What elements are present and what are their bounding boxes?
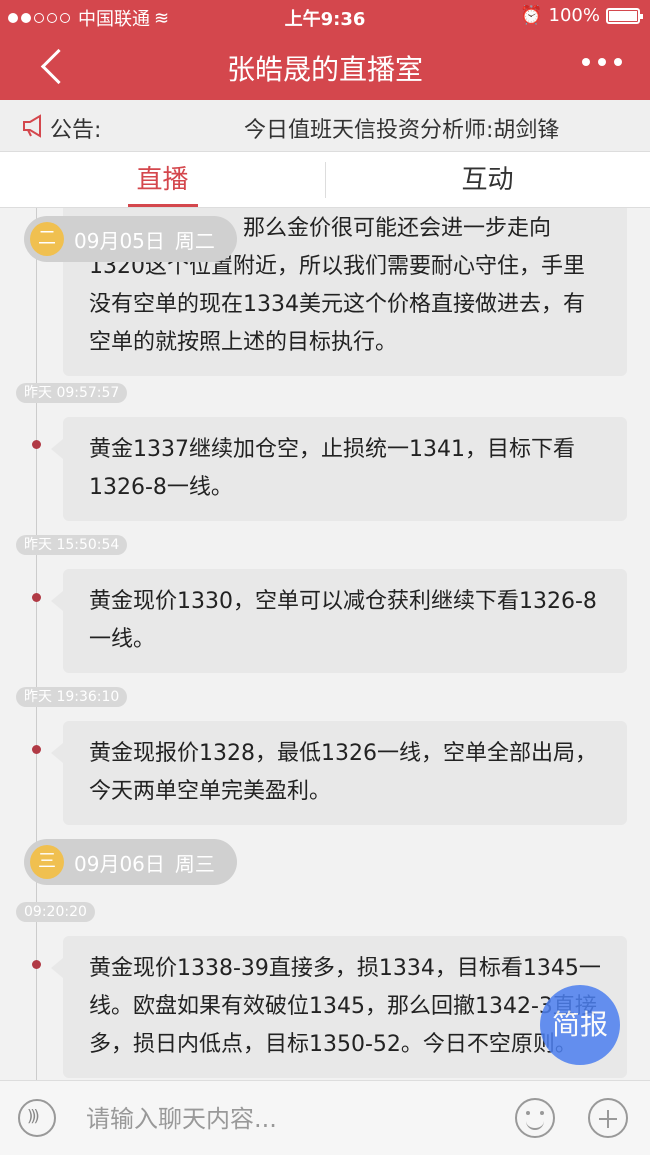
weekday-badge: 二	[30, 222, 64, 256]
voice-icon[interactable]	[18, 1099, 56, 1137]
tab-interact[interactable]: 互动	[325, 152, 650, 208]
announcement-label: 公告:	[50, 118, 102, 143]
timeline-line	[36, 152, 37, 1080]
post-card: 今日黄金1326-8一线… 行情给力一点，那么金价很可能还会进一步走向1320这…	[63, 180, 627, 376]
post-text: 黄金现报价1328，最低1326一线，空单全部出局，今天两单空单完美盈利。	[89, 741, 597, 804]
live-timeline[interactable]: 今日黄金1326-8一线… 行情给力一点，那么金价很可能还会进一步走向1320这…	[0, 152, 650, 1080]
page-title: 张皓晟的直播室	[226, 53, 423, 86]
nav-bar: 张皓晟的直播室	[0, 32, 650, 100]
post-timestamp: 昨天 19:36:10	[16, 687, 128, 707]
add-icon[interactable]	[588, 1098, 628, 1138]
post-text: 黄金现价1330，空单可以减仓获利继续下看1326-8一线。	[89, 589, 597, 652]
megaphone-icon	[23, 114, 41, 138]
group-weekday: 周二	[174, 228, 215, 253]
post-text: 黄金现价1338-39直接多，损1334，目标看1345一线。欧盘如果有效破位1…	[89, 956, 601, 1057]
post-timestamp: 昨天 15:50:54	[16, 535, 128, 555]
post-card: 黄金现价1330，空单可以减仓获利继续下看1326-8一线。	[51, 569, 627, 673]
timeline-dot	[32, 440, 41, 449]
timeline-dot	[32, 745, 41, 754]
group-weekday: 周三	[174, 851, 215, 876]
post-timestamp: 09:20:20	[16, 902, 95, 922]
post-card: 黄金现报价1328，最低1326一线，空单全部出局，今天两单空单完美盈利。	[51, 721, 627, 825]
announcement-bar[interactable]: 公告: 今日值班天信投资分析师:胡剑锋	[0, 100, 650, 152]
more-icon[interactable]	[582, 58, 622, 66]
brief-button[interactable]: 简报	[540, 985, 620, 1065]
group-date: 09月06日	[74, 851, 165, 876]
battery-icon	[606, 7, 643, 24]
status-right: ⏰ 100%	[520, 5, 643, 26]
battery-percent: 100%	[548, 5, 600, 26]
timeline-dot	[32, 593, 41, 602]
active-tab-indicator	[128, 204, 198, 207]
top-bar: 中国联通 ≋ 上午9:36 ⏰ 100% 张皓晟的直播室	[0, 0, 650, 100]
tab-bar: 直播 互动	[0, 152, 650, 208]
live-room-screen: 中国联通 ≋ 上午9:36 ⏰ 100% 张皓晟的直播室 公告: 今日值班天信投…	[0, 0, 650, 1155]
post-card: 黄金1337继续加仓空，止损统一1341，目标下看1326-8一线。	[51, 417, 627, 521]
emoji-icon[interactable]	[515, 1098, 555, 1138]
announcement-text: 今日值班天信投资分析师:胡剑锋	[244, 118, 560, 143]
post-timestamp: 昨天 09:57:57	[16, 383, 128, 403]
tab-live[interactable]: 直播	[0, 152, 325, 208]
chat-input-bar: 请输入聊天内容...	[0, 1080, 650, 1155]
post-card: 黄金现价1338-39直接多，损1334，目标看1345一线。欧盘如果有效破位1…	[51, 936, 627, 1078]
date-group-header: 二 09月05日 周二	[24, 216, 237, 262]
timeline-dot	[32, 960, 41, 969]
chat-input[interactable]: 请输入聊天内容...	[86, 1099, 277, 1134]
group-date: 09月05日	[74, 228, 165, 253]
weekday-badge: 三	[30, 845, 64, 879]
post-text: 黄金1337继续加仓空，止损统一1341，目标下看1326-8一线。	[89, 437, 575, 500]
date-group-header: 三 09月06日 周三	[24, 839, 237, 885]
alarm-icon: ⏰	[520, 5, 543, 26]
status-bar: 中国联通 ≋ 上午9:36 ⏰ 100%	[0, 0, 650, 32]
